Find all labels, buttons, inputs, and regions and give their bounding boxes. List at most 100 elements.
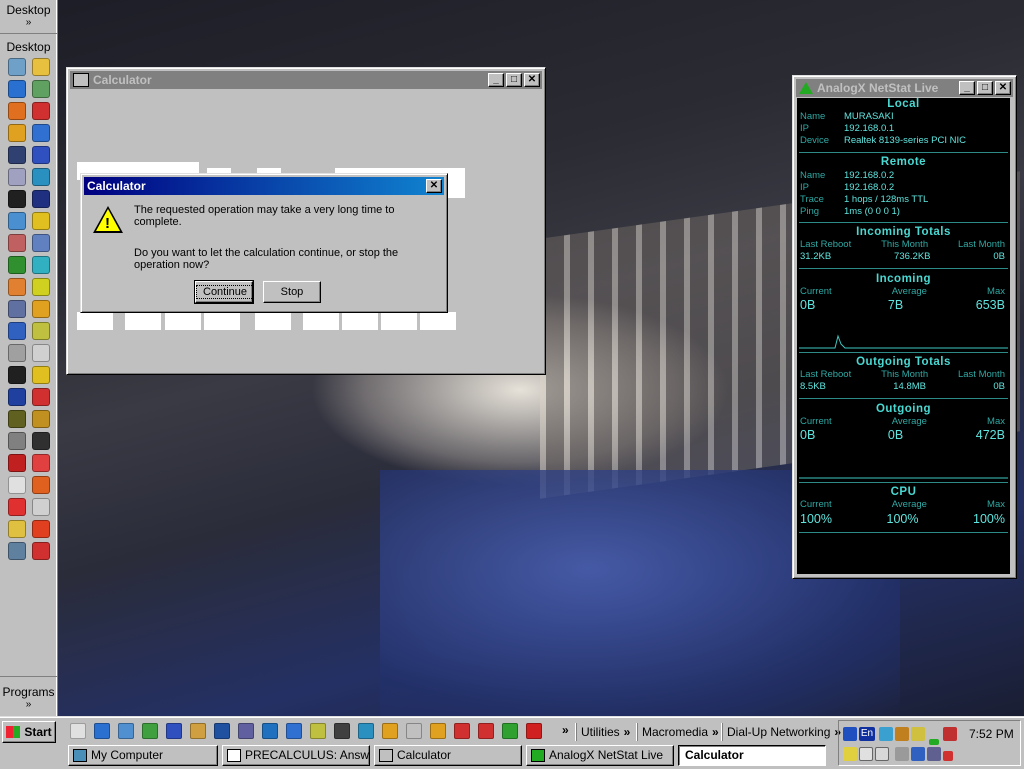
tray-user-icon[interactable] [927, 747, 941, 761]
notepad-icon[interactable] [7, 190, 26, 208]
maximize-button[interactable]: □ [977, 81, 993, 95]
calculator-key[interactable] [381, 312, 417, 330]
task-precalculus[interactable]: PRECALCULUS: Answe... [222, 745, 370, 766]
paint-icon[interactable] [7, 234, 26, 252]
clock[interactable]: 7:52 PM [969, 727, 1014, 741]
language-indicator[interactable]: En [859, 727, 875, 741]
scanner-icon[interactable] [7, 300, 26, 318]
plug-icon[interactable] [142, 723, 158, 739]
dialog-titlebar[interactable]: Calculator ✕ [84, 177, 444, 195]
task-calculator[interactable]: Calculator [374, 745, 522, 766]
acrobat-icon[interactable] [31, 102, 50, 120]
phone-icon[interactable] [7, 322, 26, 340]
close-button[interactable]: ✕ [995, 81, 1011, 95]
trophy-icon[interactable] [31, 366, 50, 384]
tray-printer-icon[interactable] [895, 747, 909, 761]
task-calculator-dialog[interactable]: Calculator [678, 745, 826, 766]
tray-monitor-icon[interactable] [895, 727, 909, 741]
tray-app-icon[interactable] [843, 727, 857, 741]
quicklaunch-chevron-icon[interactable]: » [562, 723, 569, 737]
task-netstat[interactable]: AnalogX NetStat Live [526, 745, 674, 766]
folder-icon[interactable] [31, 58, 50, 76]
chart-icon[interactable] [334, 723, 350, 739]
chart-icon[interactable] [31, 278, 50, 296]
number-icon[interactable] [7, 476, 26, 494]
globe-icon[interactable] [31, 212, 50, 230]
red-icon[interactable] [7, 498, 26, 516]
tray-disconnect-icon[interactable] [943, 751, 953, 761]
internet-explorer-icon[interactable] [7, 80, 26, 98]
edit-icon[interactable] [70, 723, 86, 739]
calculator-titlebar[interactable]: Calculator _ □ ✕ [70, 71, 542, 89]
tools-icon[interactable] [214, 723, 230, 739]
toolbar-dialup-networking[interactable]: Dial-Up Networking» [722, 723, 845, 741]
back-icon[interactable] [502, 723, 518, 739]
tray-volume-icon[interactable] [911, 727, 925, 741]
disk-icon[interactable] [7, 432, 26, 450]
windows-update-icon[interactable] [262, 723, 278, 739]
keyboard-icon[interactable] [406, 723, 422, 739]
opera-icon[interactable] [478, 723, 494, 739]
toolbar-macromedia[interactable]: Macromedia» [637, 723, 723, 741]
close-button[interactable]: ✕ [524, 73, 540, 87]
tray-settings-icon[interactable] [843, 747, 857, 761]
tray-green-icon[interactable] [929, 739, 939, 745]
network-icon[interactable] [31, 124, 50, 142]
calculator-key[interactable] [303, 312, 339, 330]
calculator-key[interactable] [204, 312, 240, 330]
grid-icon[interactable] [31, 454, 50, 472]
flash-icon[interactable] [7, 388, 26, 406]
tray-mouse-icon[interactable] [859, 747, 873, 761]
settings-icon[interactable] [31, 322, 50, 340]
task-my-computer[interactable]: My Computer [68, 745, 218, 766]
red-icon[interactable] [526, 723, 542, 739]
sound-icon[interactable] [7, 366, 26, 384]
start-button[interactable]: Start [2, 721, 56, 743]
gamepad-icon[interactable] [7, 256, 26, 274]
shield-icon[interactable] [31, 80, 50, 98]
calculator-key[interactable] [125, 312, 161, 330]
network-icon[interactable] [166, 723, 182, 739]
hierarchy-icon[interactable] [286, 723, 302, 739]
book-icon[interactable] [7, 520, 26, 538]
tray-network-icon[interactable] [879, 727, 893, 741]
minimize-button[interactable]: _ [488, 73, 504, 87]
calculator-key[interactable] [255, 312, 291, 330]
palm-icon[interactable] [238, 723, 254, 739]
dreamweaver-icon[interactable] [358, 723, 374, 739]
pencil-icon[interactable] [382, 723, 398, 739]
my-computer-icon[interactable] [7, 58, 26, 76]
arrow-icon[interactable] [31, 300, 50, 318]
winamp-icon[interactable] [7, 124, 26, 142]
dreamweaver-icon[interactable] [7, 410, 26, 428]
maximize-button[interactable]: □ [506, 73, 522, 87]
fireworks-icon[interactable] [31, 410, 50, 428]
tray-hand-icon[interactable] [875, 747, 889, 761]
pdf-icon[interactable] [31, 520, 50, 538]
calculator-key[interactable] [420, 312, 456, 330]
calculator-key[interactable] [342, 312, 378, 330]
mail-icon[interactable] [7, 146, 26, 164]
find-icon[interactable] [31, 234, 50, 252]
mail-icon[interactable] [118, 723, 134, 739]
pdf2-icon[interactable] [31, 542, 50, 560]
close-button[interactable]: ✕ [426, 179, 442, 193]
messenger-icon[interactable] [31, 146, 50, 164]
cd-icon[interactable] [7, 212, 26, 230]
target-icon[interactable] [31, 388, 50, 406]
printer-icon[interactable] [7, 168, 26, 186]
pencil-icon[interactable] [31, 256, 50, 274]
refresh-icon[interactable] [31, 168, 50, 186]
cube-icon[interactable] [31, 498, 50, 516]
internet-explorer-icon[interactable] [94, 723, 110, 739]
undo-icon[interactable] [31, 432, 50, 450]
appbar-desktop-menu[interactable]: Desktop » [0, 0, 57, 34]
netscape-icon[interactable] [31, 190, 50, 208]
find-icon[interactable] [310, 723, 326, 739]
photo-icon[interactable] [190, 723, 206, 739]
toolbar-utilities[interactable]: Utilities» [576, 723, 634, 741]
tray-drive-icon[interactable] [911, 747, 925, 761]
continue-button[interactable]: Continue [194, 280, 255, 304]
tray-rocket-icon[interactable] [943, 727, 957, 741]
dos-icon[interactable] [7, 344, 26, 362]
